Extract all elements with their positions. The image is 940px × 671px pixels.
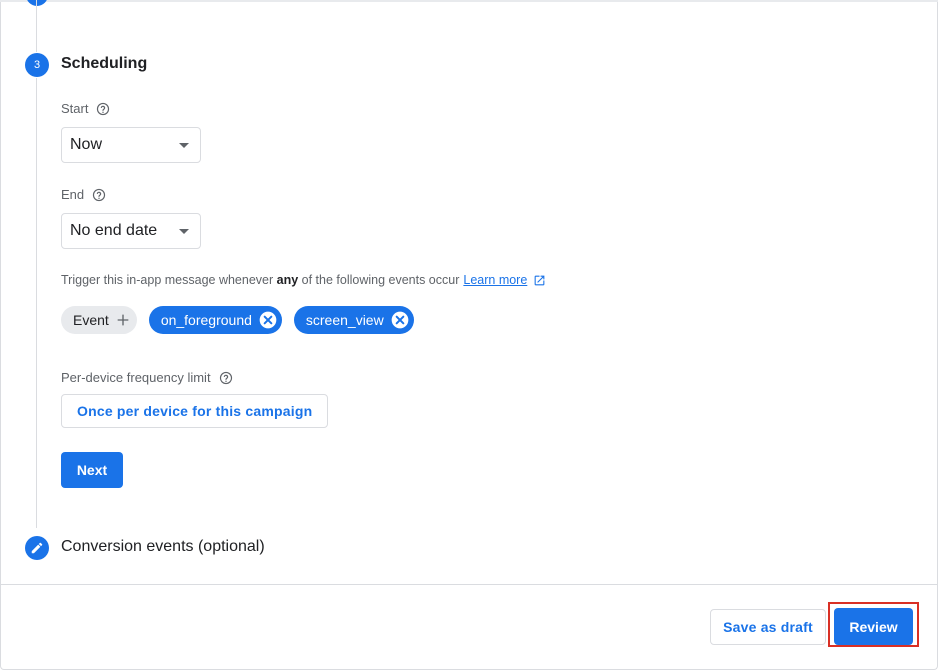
help-icon[interactable] bbox=[219, 371, 233, 385]
plus-icon bbox=[117, 314, 129, 326]
next-button[interactable]: Next bbox=[61, 452, 123, 488]
close-icon[interactable] bbox=[390, 310, 410, 330]
step-connector bbox=[36, 0, 37, 52]
review-button[interactable]: Review bbox=[834, 608, 913, 645]
frequency-label: Per-device frequency limit bbox=[61, 370, 211, 385]
external-link-icon[interactable] bbox=[533, 274, 546, 287]
event-chip-list: Event on_foreground screen_view bbox=[61, 306, 426, 334]
step-title-scheduling: Scheduling bbox=[61, 55, 148, 72]
end-label: End bbox=[61, 187, 85, 202]
event-chip[interactable]: on_foreground bbox=[148, 306, 282, 334]
frequency-label-row: Per-device frequency limit bbox=[61, 370, 233, 385]
learn-more-link[interactable]: Learn more bbox=[463, 273, 527, 287]
event-chip-label: on_foreground bbox=[160, 312, 252, 328]
save-as-draft-button[interactable]: Save as draft bbox=[710, 609, 826, 645]
add-event-label: Event bbox=[73, 312, 109, 328]
footer-divider bbox=[1, 584, 937, 585]
top-edge bbox=[0, 0, 938, 2]
step-connector bbox=[36, 78, 37, 528]
pencil-icon bbox=[31, 542, 43, 554]
end-select-value: No end date bbox=[70, 222, 158, 239]
chevron-down-icon bbox=[179, 143, 189, 148]
step-title-conversion-events[interactable]: Conversion events (optional) bbox=[61, 538, 265, 556]
trigger-description: Trigger this in-app message whenever any… bbox=[61, 273, 546, 287]
step-edit-badge[interactable] bbox=[25, 536, 49, 560]
trigger-text-bold: any bbox=[276, 273, 299, 287]
trigger-text-end: of the following events occur bbox=[298, 273, 460, 287]
help-icon[interactable] bbox=[96, 102, 110, 116]
start-select[interactable]: Now bbox=[61, 127, 201, 163]
chevron-down-icon bbox=[179, 229, 189, 234]
start-select-value: Now bbox=[70, 136, 103, 153]
start-label-row: Start bbox=[61, 101, 110, 116]
step-number-badge: 3 bbox=[25, 53, 49, 77]
trigger-text: Trigger this in-app message whenever bbox=[61, 273, 277, 287]
event-chip[interactable]: screen_view bbox=[293, 306, 414, 334]
end-select[interactable]: No end date bbox=[61, 213, 201, 249]
event-chip-label: screen_view bbox=[305, 312, 384, 328]
help-icon[interactable] bbox=[92, 188, 106, 202]
close-icon[interactable] bbox=[258, 310, 278, 330]
start-label: Start bbox=[61, 101, 89, 116]
end-label-row: End bbox=[61, 187, 106, 202]
add-event-chip[interactable]: Event bbox=[61, 306, 137, 334]
campaign-card bbox=[0, 0, 938, 670]
frequency-limit-button[interactable]: Once per device for this campaign bbox=[61, 394, 329, 428]
